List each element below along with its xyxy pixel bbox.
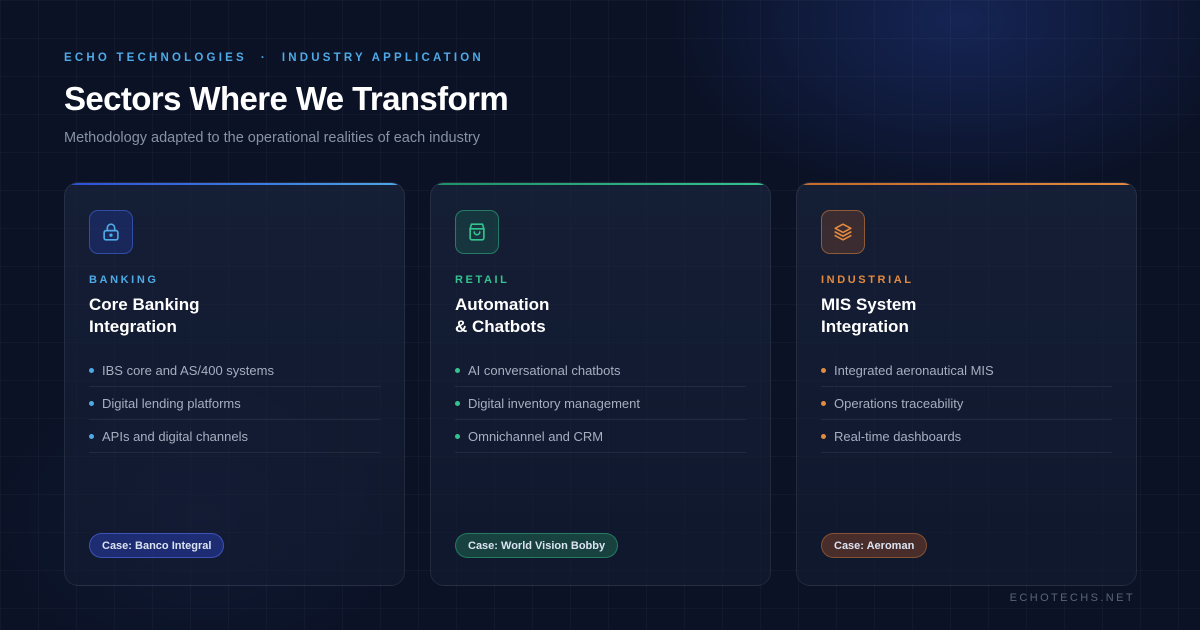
bullet-icon	[89, 433, 94, 439]
bullet-icon	[455, 433, 460, 439]
shopping-bag-icon	[455, 210, 499, 254]
bullet-icon	[455, 400, 460, 406]
list-item: IBS core and AS/400 systems	[89, 354, 380, 387]
bullet-icon	[821, 367, 826, 373]
bullet-icon	[455, 367, 460, 373]
feature-list: Integrated aeronautical MIS Operations t…	[821, 354, 1112, 453]
sector-cards: BANKING Core Banking Integration IBS cor…	[64, 182, 1137, 586]
list-item: Omnichannel and CRM	[455, 420, 746, 453]
list-item-label: IBS core and AS/400 systems	[102, 362, 274, 378]
feature-list: IBS core and AS/400 systems Digital lend…	[89, 354, 380, 453]
list-item-label: Omnichannel and CRM	[468, 428, 604, 444]
bullet-icon	[89, 367, 94, 373]
case-badge[interactable]: Case: Banco Integral	[89, 533, 225, 558]
sector-label: BANKING	[89, 274, 159, 286]
list-item: Real-time dashboards	[821, 420, 1112, 453]
list-item-label: Operations traceability	[834, 395, 964, 411]
section-label: INDUSTRY APPLICATION	[281, 52, 484, 64]
sector-label: INDUSTRIAL	[821, 274, 914, 286]
page-title: Sectors Where We Transform	[64, 80, 509, 117]
card-accent-bar	[65, 183, 404, 185]
sector-card-retail[interactable]: RETAIL Automation & Chatbots AI conversa…	[430, 182, 771, 586]
bullet-icon	[821, 433, 826, 439]
list-item: AI conversational chatbots	[455, 354, 746, 387]
brand-label: ECHO TECHNOLOGIES	[64, 52, 247, 64]
card-accent-bar	[797, 183, 1136, 185]
list-item-label: APIs and digital channels	[102, 428, 248, 444]
list-item-label: AI conversational chatbots	[468, 362, 621, 378]
sector-label: RETAIL	[455, 274, 510, 286]
page-subtitle: Methodology adapted to the operational r…	[64, 130, 480, 146]
layers-icon	[821, 210, 865, 254]
sector-card-banking[interactable]: BANKING Core Banking Integration IBS cor…	[64, 182, 405, 586]
list-item: Operations traceability	[821, 387, 1112, 420]
page-header: ECHO TECHNOLOGIES · INDUSTRY APPLICATION…	[64, 52, 509, 146]
card-accent-bar	[431, 183, 770, 185]
card-title: MIS System Integration	[821, 295, 917, 336]
case-badge[interactable]: Case: World Vision Bobby	[455, 533, 619, 558]
list-item: APIs and digital channels	[89, 420, 380, 453]
eyebrow: ECHO TECHNOLOGIES · INDUSTRY APPLICATION	[64, 52, 508, 64]
list-item-label: Integrated aeronautical MIS	[834, 362, 994, 378]
feature-list: AI conversational chatbots Digital inven…	[455, 354, 746, 453]
sector-card-industrial[interactable]: INDUSTRIAL MIS System Integration Integr…	[796, 182, 1137, 586]
lock-icon	[89, 210, 133, 254]
list-item-label: Digital inventory management	[468, 395, 640, 411]
bullet-icon	[89, 400, 94, 406]
list-item: Integrated aeronautical MIS	[821, 354, 1112, 387]
eyebrow-separator: ·	[260, 52, 268, 64]
case-badge[interactable]: Case: Aeroman	[821, 533, 928, 558]
list-item-label: Real-time dashboards	[834, 428, 962, 444]
list-item-label: Digital lending platforms	[102, 395, 241, 411]
list-item: Digital lending platforms	[89, 387, 380, 420]
card-title: Core Banking Integration	[89, 295, 200, 336]
list-item: Digital inventory management	[455, 387, 746, 420]
footer-site[interactable]: ECHOTECHS.NET	[1010, 592, 1135, 604]
card-title: Automation & Chatbots	[455, 295, 550, 336]
bullet-icon	[821, 400, 826, 406]
